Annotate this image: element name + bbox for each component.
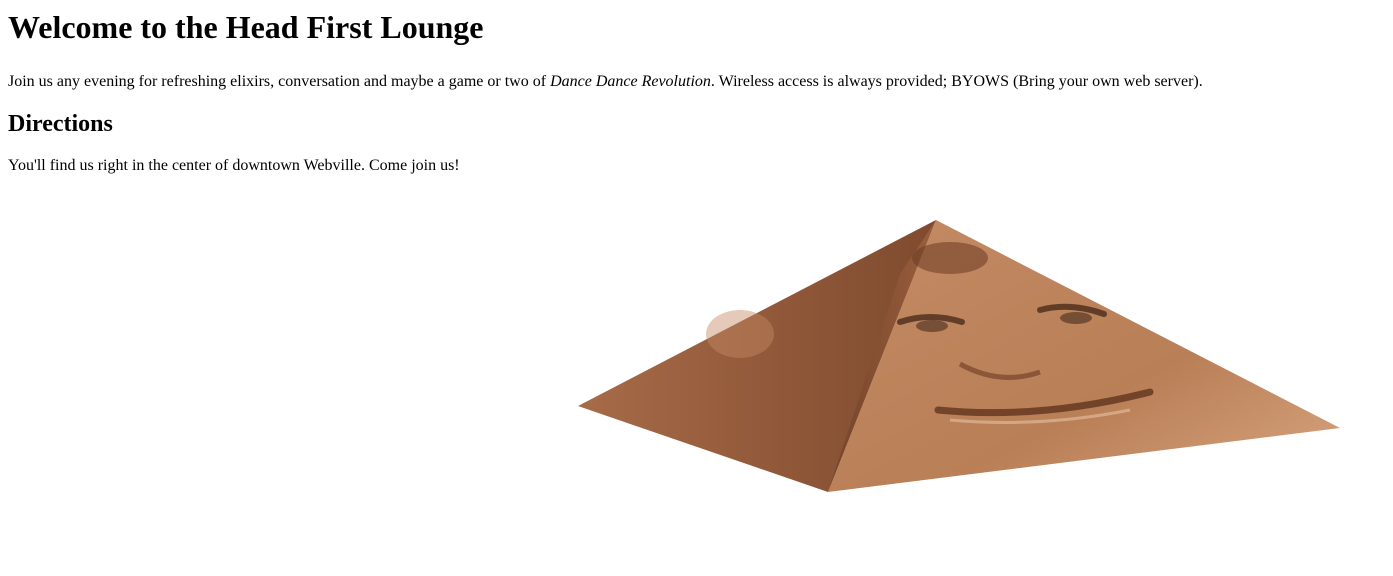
intro-text-end: . Wireless access is always provided; BY… (710, 73, 1203, 90)
directions-paragraph: You'll find us right in the center of do… (8, 157, 460, 174)
intro-paragraph: Join us any evening for refreshing elixi… (8, 72, 1385, 92)
pyramid-graphic (578, 220, 1340, 492)
directions-heading: Directions (8, 111, 113, 137)
pyramid-image (570, 214, 1350, 504)
page-title: Welcome to the Head First Lounge (8, 9, 484, 45)
intro-text-start: Join us any evening for refreshing elixi… (8, 73, 551, 90)
intro-emphasis: Dance Dance Revolution (550, 73, 711, 90)
